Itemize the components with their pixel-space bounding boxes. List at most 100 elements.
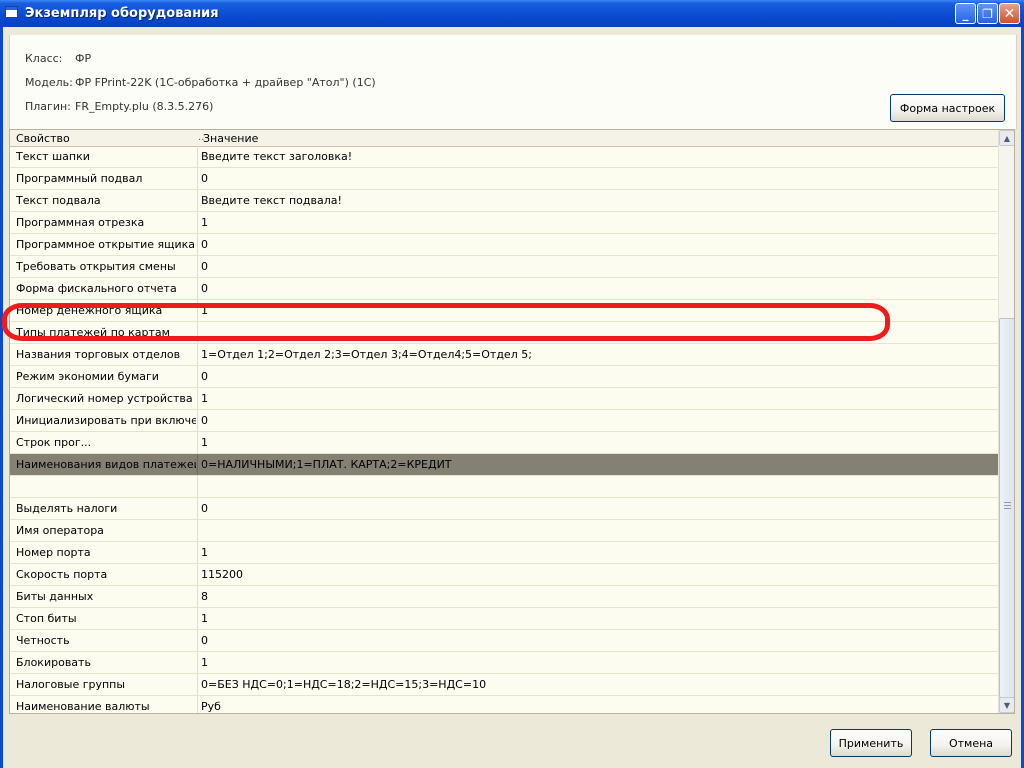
column-divider [197,498,198,519]
property-value-cell[interactable]: 1 [201,656,991,669]
property-value-cell[interactable]: 0 [201,282,991,295]
property-name-cell[interactable]: Имя оператора [16,524,196,537]
property-value-cell[interactable]: 1 [201,216,991,229]
settings-form-button[interactable]: Форма настроек [890,94,1005,122]
thumb-grip-line [1004,508,1011,509]
property-name-cell[interactable]: Скорость порта [16,568,196,581]
property-name-cell[interactable]: Текст шапки [16,150,196,163]
property-name-cell[interactable]: Требовать открытия смены [16,260,196,273]
table-row[interactable]: Номер порта 1 [10,542,998,564]
table-row[interactable]: Программная отрезка 1 [10,212,998,234]
table-row[interactable]: Инициализировать при включении 0 [10,410,998,432]
table-row[interactable]: Блокировать 1 [10,652,998,674]
property-name-cell[interactable]: Программное открытие ящика [16,238,196,251]
property-name-cell[interactable]: Текст подвала [16,194,196,207]
table-row[interactable]: Выделять налоги 0 [10,498,998,520]
property-name-cell[interactable]: Налоговые группы [16,678,196,691]
table-row[interactable]: Программный подвал 0 [10,168,998,190]
column-divider [197,586,198,607]
property-value-cell[interactable]: 1 [201,392,991,405]
property-name-cell[interactable]: Наименования видов платежей [16,458,196,471]
property-name-cell[interactable]: Программный подвал [16,172,196,185]
title-bar[interactable]: Экземпляр оборудования _ ❐ ✕ [0,0,1024,27]
property-value-cell[interactable]: 0=БЕЗ НДС=0;1=НДС=18;2=НДС=15;3=НДС=10 [201,678,991,691]
property-value-cell[interactable]: 1=Отдел 1;2=Отдел 2;3=Отдел 3;4=Отдел4;5… [201,348,991,361]
property-name-cell[interactable]: Биты данных [16,590,196,603]
property-value-cell[interactable]: 115200 [201,568,991,581]
maximize-icon[interactable]: ❐ [977,3,998,24]
table-row[interactable]: Стоп биты 1 [10,608,998,630]
property-value-cell[interactable]: 0 [201,502,991,515]
cancel-button[interactable]: Отмена [930,729,1012,757]
property-name-cell[interactable]: Наименование валюты [16,700,196,713]
property-name-cell[interactable]: Номер порта [16,546,196,559]
table-row[interactable]: Логический номер устройства 1 [10,388,998,410]
property-value-cell[interactable]: 0 [201,370,991,383]
table-row[interactable]: Скорость порта 115200 [10,564,998,586]
property-value-cell[interactable]: 0 [201,634,991,647]
column-divider [197,520,198,541]
property-value-cell[interactable]: Руб [201,700,991,713]
table-row[interactable]: Типы платежей по картам [10,322,998,344]
property-value-cell[interactable]: 0=НАЛИЧНЫМИ;1=ПЛАТ. КАРТА;2=КРЕДИТ [201,458,991,471]
property-name-cell[interactable]: Номер денежного ящика [16,304,196,317]
column-divider [197,366,198,387]
table-row-selected[interactable]: Наименования видов платежей 0=НАЛИЧНЫМИ;1… [10,454,998,476]
table-row[interactable]: Строк прог... 1 [10,432,998,454]
property-value-cell[interactable]: 1 [201,612,991,625]
property-value-cell[interactable]: 0 [201,260,991,273]
minimize-icon[interactable]: _ [955,3,976,24]
property-value-cell[interactable]: 0 [201,414,991,427]
table-row[interactable]: Текст подвала Введите текст подвала! [10,190,998,212]
table-row[interactable]: Наименование валюты Руб [10,696,998,713]
window-title: Экземпляр оборудования [25,6,219,21]
property-value-cell[interactable]: 0 [201,238,991,251]
column-divider [197,212,198,233]
scroll-down-icon[interactable]: ▼ [999,697,1014,713]
property-value-cell[interactable]: 1 [201,304,991,317]
property-name-cell[interactable]: Стоп биты [16,612,196,625]
table-row[interactable]: Программное открытие ящика 0 [10,234,998,256]
table-row[interactable]: Номер денежного ящика 1 [10,300,998,322]
table-row[interactable]: Форма фискального отчета 0 [10,278,998,300]
table-row[interactable]: Текст шапки Введите текст заголовка! [10,146,998,168]
property-value-cell[interactable]: 1 [201,436,991,449]
column-divider [197,344,198,365]
property-name-cell[interactable]: Выделять налоги [16,502,196,515]
property-value-cell[interactable]: Введите текст заголовка! [201,150,991,163]
table-row[interactable]: Режим экономии бумаги 0 [10,366,998,388]
column-divider [197,696,198,713]
vertical-scrollbar[interactable]: ▲ ▼ [998,130,1014,713]
table-row[interactable]: Биты данных 8 [10,586,998,608]
property-name-cell[interactable]: Типы платежей по картам [16,326,196,339]
column-header-value[interactable]: Значение [203,132,258,145]
property-value-cell[interactable]: Введите текст подвала! [201,194,991,207]
property-name-cell[interactable]: Блокировать [16,656,196,669]
apply-button[interactable]: Применить [830,729,912,757]
equipment-info-panel: Класс: ФР Модель: ФР FPrint-22K (1С-обрабо… [9,35,1017,129]
property-name-cell[interactable]: Четность [16,634,196,647]
property-value-cell[interactable]: 1 [201,546,991,559]
scroll-up-icon[interactable]: ▲ [999,130,1014,146]
table-row[interactable] [10,476,998,498]
table-row[interactable]: Налоговые группы 0=БЕЗ НДС=0;1=НДС=18;2=Н… [10,674,998,696]
property-name-cell[interactable]: Инициализировать при включении [16,414,196,427]
property-value-cell[interactable]: 8 [201,590,991,603]
property-name-cell[interactable]: Названия торговых отделов [16,348,196,361]
close-icon[interactable]: ✕ [999,3,1020,24]
scrollbar-thumb[interactable] [999,318,1014,698]
table-row[interactable]: Требовать открытия смены 0 [10,256,998,278]
column-header-property[interactable]: Свойство [16,132,70,145]
property-value-cell[interactable]: 0 [201,172,991,185]
class-value: ФР [75,52,92,65]
property-name-cell[interactable]: Форма фискального отчета [16,282,196,295]
table-row[interactable]: Названия торговых отделов 1=Отдел 1;2=Отд… [10,344,998,366]
property-name-cell[interactable]: Программная отрезка [16,216,196,229]
property-name-cell[interactable]: Режим экономии бумаги [16,370,196,383]
property-name-cell[interactable]: Логический номер устройства [16,392,196,405]
table-row[interactable]: Имя оператора [10,520,998,542]
table-row[interactable]: Четность 0 [10,630,998,652]
column-divider [197,234,198,255]
property-name-cell[interactable]: Строк прог... [16,436,196,449]
column-divider [197,674,198,695]
